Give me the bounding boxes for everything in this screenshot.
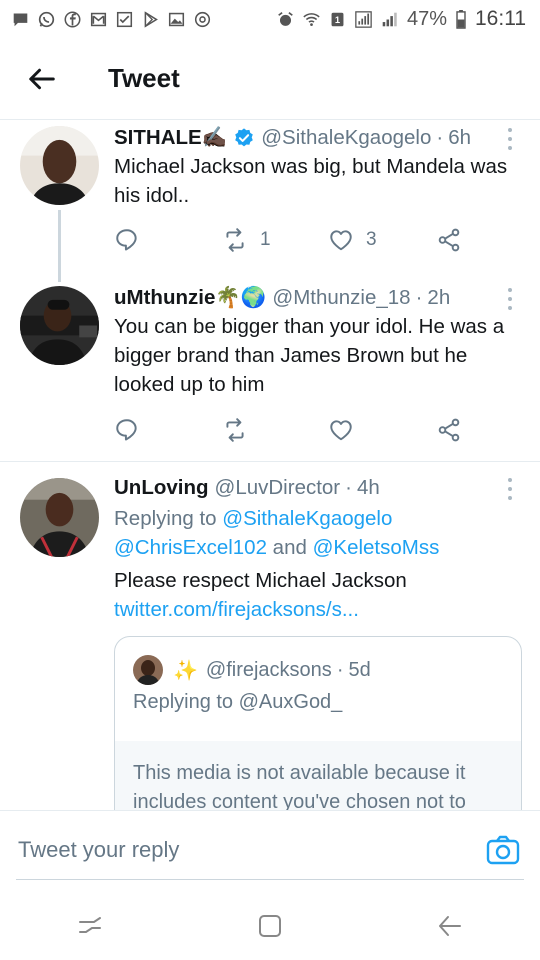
back-icon (439, 916, 461, 936)
page-title: Tweet (108, 63, 180, 93)
reply-icon (116, 419, 137, 441)
status-bar: 1 47% 16:11 (0, 0, 540, 38)
reply-underline (16, 879, 524, 880)
share-button[interactable] (436, 417, 462, 443)
camera-icon[interactable] (486, 833, 520, 867)
verified-badge-icon (235, 128, 254, 147)
retweet-icon (226, 228, 244, 252)
author-name[interactable]: UnLoving (114, 474, 209, 502)
quoted-time: 5d (348, 658, 371, 681)
quoted-avatar (133, 655, 163, 685)
back-button[interactable] (0, 38, 84, 120)
sim-icon: 1 (329, 11, 346, 28)
retweet-count: 1 (260, 229, 271, 250)
retweet-button[interactable] (222, 417, 328, 443)
tweet-umthunzie[interactable]: uMthunzie🌴🌍 @Mthunzie_18 · 2h You can be… (0, 282, 540, 460)
tweet-header: SITHALE✍🏿 @SithaleKgaogelo · 6h (114, 124, 524, 152)
back-nav-button[interactable] (430, 906, 470, 946)
like-button[interactable]: 3 (328, 227, 436, 253)
home-icon (259, 915, 281, 937)
reply-icon (116, 229, 137, 251)
share-icon (438, 418, 460, 442)
reply-input[interactable]: Tweet your reply (18, 837, 179, 863)
home-button[interactable] (250, 906, 290, 946)
signal-icon (355, 10, 372, 28)
tweet-body: SITHALE✍🏿 @SithaleKgaogelo · 6h Michael … (114, 124, 524, 210)
clock: 16:11 (475, 7, 526, 30)
system-nav-bar (0, 892, 540, 960)
tweet-sithale[interactable]: SITHALE✍🏿 @SithaleKgaogelo · 6h Michael … (0, 120, 540, 282)
whatsapp-icon (38, 11, 55, 28)
svg-text:1: 1 (335, 14, 340, 24)
thread-connector (58, 210, 61, 282)
notification-icons (12, 10, 211, 28)
mention-link[interactable]: @ChrisExcel102 (114, 536, 267, 559)
mention-link[interactable]: @KeletsoMss (313, 536, 440, 559)
author-handle[interactable]: @LuvDirector (215, 474, 341, 502)
tweet-text: Please respect Michael Jackson (114, 569, 407, 592)
quoted-handle[interactable]: @firejacksons (206, 659, 332, 682)
system-icons: 1 47% 16:11 (277, 7, 526, 31)
play-store-icon (142, 10, 159, 28)
gmail-icon (90, 11, 107, 28)
avatar[interactable] (20, 126, 99, 205)
tweet-header: UnLoving @LuvDirector · 4h (114, 474, 524, 502)
arrow-left-icon (29, 68, 55, 89)
app-header: Tweet (0, 38, 540, 120)
retweet-icon (226, 418, 244, 442)
wifi-icon (303, 11, 320, 28)
checkbox-icon (116, 11, 133, 28)
like-count: 3 (366, 229, 377, 250)
replying-to: Replying to @SithaleKgaogelo @ChrisExcel… (114, 507, 440, 559)
share-icon (438, 228, 460, 252)
settings-dial-icon (194, 11, 211, 28)
tweet-actions: 1 3 (114, 224, 474, 256)
tweet-actions (114, 414, 474, 446)
reply-composer: Tweet your reply (0, 810, 540, 892)
author-name[interactable]: SITHALE✍🏿 (114, 124, 227, 152)
facebook-icon (64, 11, 81, 28)
tweet-time: 4h (356, 476, 380, 499)
more-options-icon[interactable] (508, 478, 514, 500)
tweet-body: uMthunzie🌴🌍 @Mthunzie_18 · 2h You can be… (114, 284, 524, 399)
like-button[interactable] (328, 417, 436, 443)
more-options-icon[interactable] (508, 128, 514, 150)
reply-button[interactable] (114, 417, 222, 443)
tweet-link[interactable]: twitter.com/firejacksons/s... (114, 595, 524, 624)
recent-apps-button[interactable] (70, 906, 110, 946)
heart-icon (330, 230, 352, 251)
alarm-icon (277, 11, 294, 28)
author-handle[interactable]: @Mthunzie_18 (272, 284, 410, 312)
tweet-body: UnLoving @LuvDirector · 4h Replying to @… (114, 474, 524, 624)
battery-percentage: 47% (406, 7, 447, 30)
author-handle[interactable]: @SithaleKgaogelo (261, 124, 431, 152)
message-icon (12, 11, 29, 28)
mention-link[interactable]: @SithaleKgaogelo (222, 507, 392, 530)
tweet-text: You can be bigger than your idol. He was… (114, 315, 505, 396)
sparkle-emoji: ✨ (173, 659, 198, 682)
retweet-button[interactable]: 1 (222, 227, 328, 253)
recent-apps-icon (79, 917, 101, 933)
quoted-replying-to: Replying to @AuxGod_ (133, 691, 343, 713)
signal-icon-2 (381, 11, 398, 28)
tweet-time: 6h (448, 126, 472, 149)
share-button[interactable] (436, 227, 462, 253)
tweet-header: uMthunzie🌴🌍 @Mthunzie_18 · 2h (114, 284, 524, 312)
tweet-time: 2h (427, 286, 451, 309)
quoted-tweet-card[interactable]: ✨ @firejacksons · 5d Replying to @AuxGod… (114, 636, 522, 836)
more-options-icon[interactable] (508, 288, 514, 310)
tweet-text: Michael Jackson was big, but Mandela was… (114, 155, 508, 207)
avatar[interactable] (20, 478, 99, 557)
heart-icon (330, 420, 352, 441)
avatar[interactable] (20, 286, 99, 365)
quoted-tweet-header: ✨ @firejacksons · 5d (133, 655, 371, 685)
reply-button[interactable] (114, 227, 222, 253)
gallery-icon (168, 11, 185, 28)
divider (0, 461, 540, 462)
author-name[interactable]: uMthunzie🌴🌍 (114, 284, 266, 312)
tweet-thread-screen: 1 47% 16:11 Tweet SITHALE✍🏿 @SithaleKgao… (0, 0, 540, 960)
battery-icon (456, 9, 466, 29)
